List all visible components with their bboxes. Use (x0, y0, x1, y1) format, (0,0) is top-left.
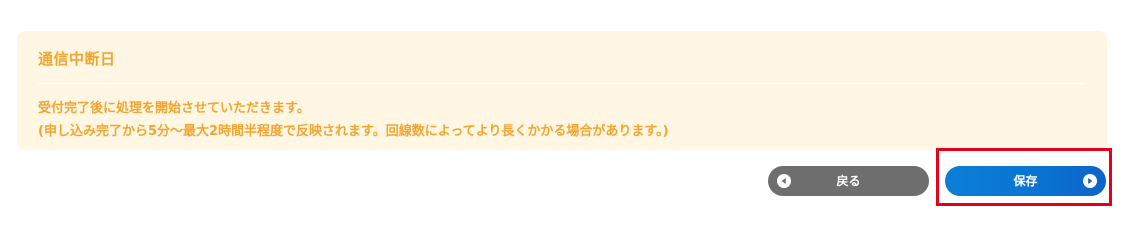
save-button[interactable]: 保存 (945, 166, 1106, 196)
notice-message-line-1: 受付完了後に処理を開始させていただきます。 (38, 101, 310, 116)
chevron-left-circle-icon (777, 174, 791, 188)
chevron-right-circle-icon (1083, 174, 1097, 188)
notice-divider (38, 83, 1084, 84)
back-button-label: 戻る (836, 174, 861, 188)
notice-card: 通信中断日 受付完了後に処理を開始させていただきます。 (申し込み完了から5分〜… (17, 31, 1107, 150)
save-button-label: 保存 (1013, 174, 1038, 188)
back-button[interactable]: 戻る (768, 166, 929, 196)
page: 通信中断日 受付完了後に処理を開始させていただきます。 (申し込み完了から5分〜… (0, 0, 1132, 237)
notice-title: 通信中断日 (38, 50, 116, 68)
notice-message-line-2: (申し込み完了から5分〜最大2時間半程度で反映されます。回線数によってより長くか… (38, 124, 669, 139)
